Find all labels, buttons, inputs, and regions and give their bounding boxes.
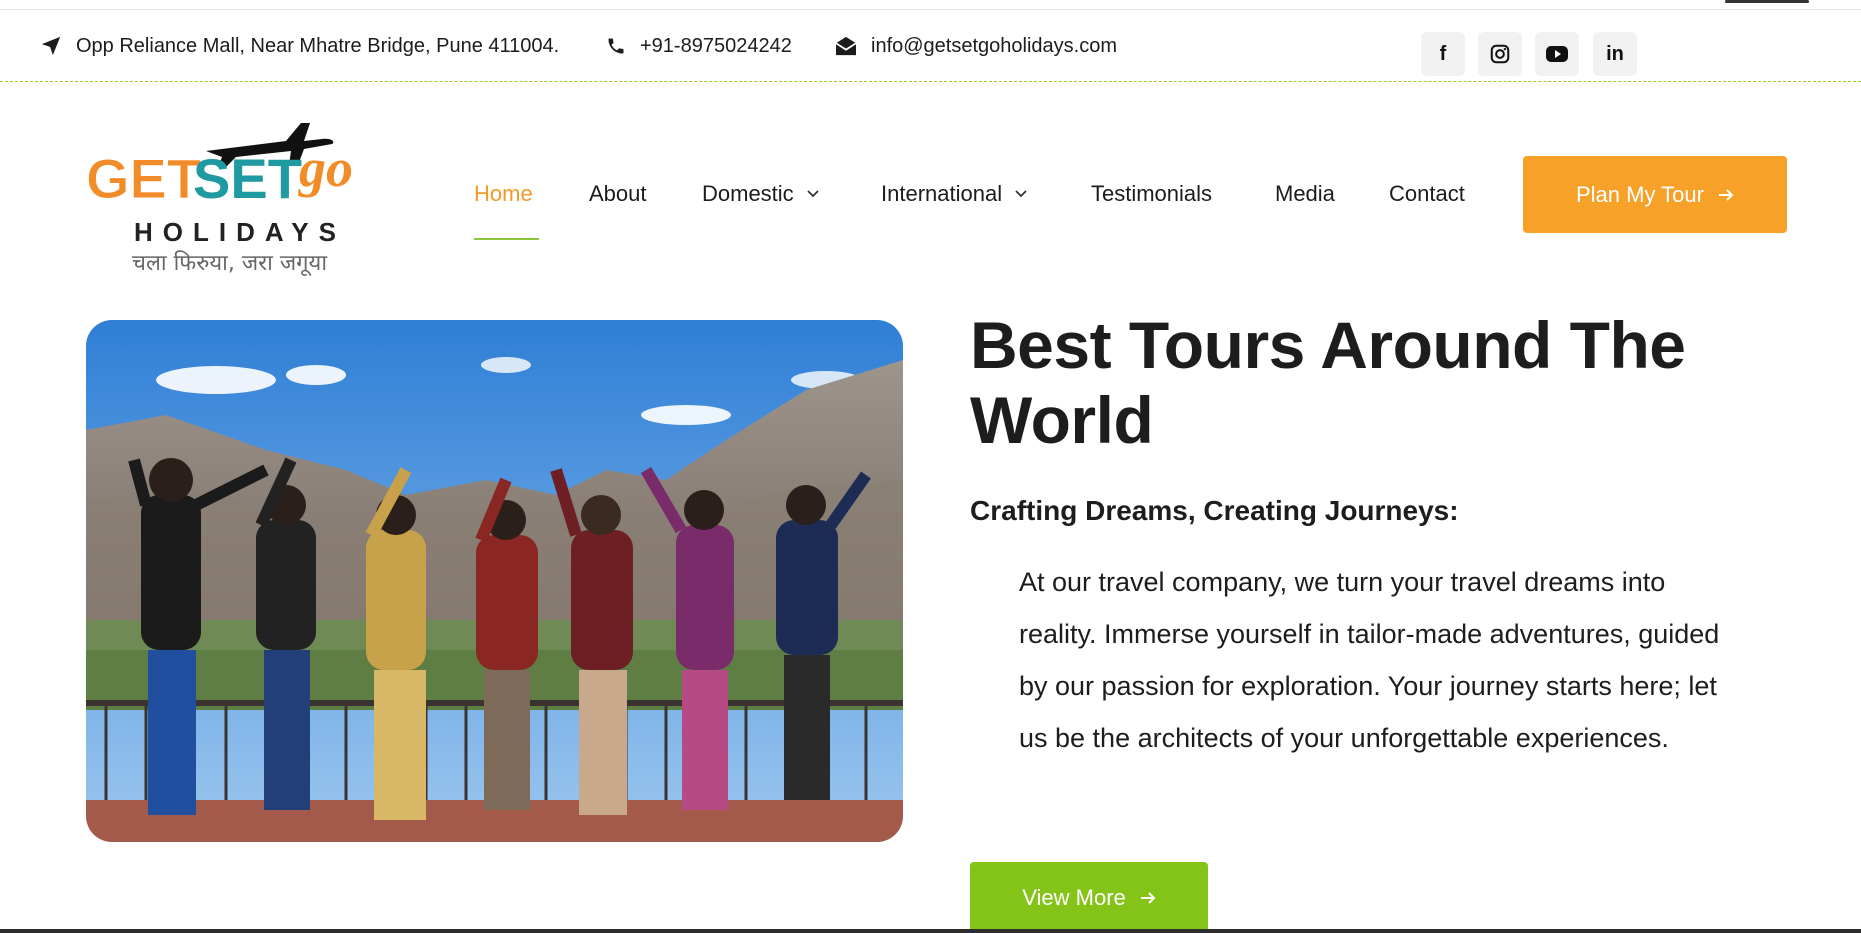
- phone-info[interactable]: +91-8975024242: [606, 10, 792, 82]
- facebook-icon[interactable]: f: [1421, 32, 1465, 76]
- nav-media[interactable]: Media: [1275, 168, 1335, 220]
- address-info: Opp Reliance Mall, Near Mhatre Bridge, P…: [40, 10, 559, 82]
- top-info-bar: Opp Reliance Mall, Near Mhatre Bridge, P…: [0, 10, 1861, 82]
- chevron-down-icon: [1015, 190, 1027, 198]
- nav-about-label: About: [589, 181, 647, 206]
- active-nav-underline: [474, 238, 539, 240]
- hero-headline: Best Tours Around The World: [970, 308, 1686, 457]
- getsetgo-holidays-logo[interactable]: GET SET go HOLIDAYS चला फिरुया, जरा जगूय…: [86, 113, 406, 278]
- view-more-label: View More: [1022, 884, 1126, 910]
- email-info[interactable]: info@getsetgoholidays.com: [835, 10, 1117, 82]
- location-arrow-icon: [41, 36, 61, 56]
- svg-text:चला फिरुया, जरा जगूया: चला फिरुया, जरा जगूया: [132, 250, 327, 277]
- email-text: info@getsetgoholidays.com: [871, 34, 1117, 57]
- nav-international-label: International: [881, 181, 1003, 206]
- browser-top-edge: [0, 0, 1861, 10]
- view-more-button[interactable]: View More: [970, 862, 1208, 933]
- envelope-open-icon: [835, 36, 857, 56]
- chevron-down-icon: [807, 190, 819, 198]
- nav-domestic[interactable]: Domestic: [702, 168, 820, 220]
- youtube-icon[interactable]: [1535, 32, 1579, 76]
- scroll-indicator: [1725, 0, 1809, 3]
- plan-my-tour-label: Plan My Tour: [1576, 181, 1704, 207]
- svg-text:go: go: [298, 138, 353, 198]
- address-text: Opp Reliance Mall, Near Mhatre Bridge, P…: [76, 34, 560, 57]
- nav-home-label: Home: [474, 181, 533, 206]
- phone-text: +91-8975024242: [640, 34, 792, 57]
- nav-contact[interactable]: Contact: [1389, 168, 1465, 220]
- nav-media-label: Media: [1275, 181, 1335, 206]
- svg-text:GET: GET: [86, 147, 201, 210]
- linkedin-icon[interactable]: in: [1593, 32, 1637, 76]
- nav-domestic-label: Domestic: [702, 181, 794, 206]
- svg-text:HOLIDAYS: HOLIDAYS: [134, 217, 346, 247]
- plan-my-tour-button[interactable]: Plan My Tour: [1523, 156, 1787, 233]
- nav-international[interactable]: International: [881, 168, 1028, 220]
- nav-home[interactable]: Home: [474, 168, 533, 220]
- hero-group-photo: [86, 320, 903, 842]
- arrow-right-icon: [1718, 188, 1734, 201]
- nav-contact-label: Contact: [1389, 181, 1465, 206]
- hero-subheading: Crafting Dreams, Creating Journeys:: [970, 495, 1459, 526]
- nav-testimonials[interactable]: Testimonials: [1091, 168, 1212, 220]
- arrow-right-icon: [1140, 891, 1156, 904]
- nav-about[interactable]: About: [589, 168, 647, 220]
- svg-text:SET: SET: [193, 147, 302, 210]
- nav-testimonials-label: Testimonials: [1091, 181, 1213, 206]
- page-bottom-edge: [0, 929, 1861, 933]
- instagram-icon[interactable]: [1478, 32, 1522, 76]
- hero-paragraph: At our travel company, we turn your trav…: [1019, 567, 1720, 753]
- phone-icon: [608, 38, 624, 54]
